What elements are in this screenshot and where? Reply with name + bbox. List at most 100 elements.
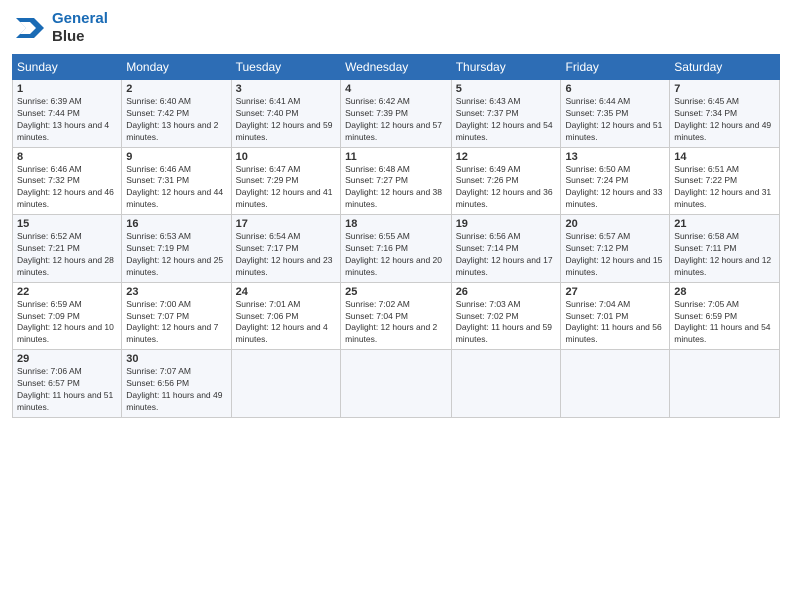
day-cell-8: 8Sunrise: 6:46 AMSunset: 7:32 PMDaylight… [13,147,122,215]
day-cell-1: 1Sunrise: 6:39 AMSunset: 7:44 PMDaylight… [13,80,122,148]
day-number: 19 [456,218,557,230]
empty-cell [451,350,561,418]
day-cell-21: 21Sunrise: 6:58 AMSunset: 7:11 PMDayligh… [670,215,780,283]
calendar-table: SundayMondayTuesdayWednesdayThursdayFrid… [12,54,780,418]
day-number: 27 [565,286,665,298]
day-info: Sunrise: 6:44 AMSunset: 7:35 PMDaylight:… [565,96,665,144]
day-cell-29: 29Sunrise: 7:06 AMSunset: 6:57 PMDayligh… [13,350,122,418]
empty-cell [341,350,452,418]
day-number: 10 [236,151,337,163]
header-cell-saturday: Saturday [670,55,780,80]
week-row-1: 1Sunrise: 6:39 AMSunset: 7:44 PMDaylight… [13,80,780,148]
day-info: Sunrise: 6:51 AMSunset: 7:22 PMDaylight:… [674,164,775,212]
day-info: Sunrise: 6:41 AMSunset: 7:40 PMDaylight:… [236,96,337,144]
day-info: Sunrise: 6:47 AMSunset: 7:29 PMDaylight:… [236,164,337,212]
day-number: 9 [126,151,226,163]
day-number: 11 [345,151,447,163]
day-cell-16: 16Sunrise: 6:53 AMSunset: 7:19 PMDayligh… [122,215,231,283]
day-number: 2 [126,83,226,95]
day-number: 28 [674,286,775,298]
day-cell-13: 13Sunrise: 6:50 AMSunset: 7:24 PMDayligh… [561,147,670,215]
day-info: Sunrise: 7:03 AMSunset: 7:02 PMDaylight:… [456,299,557,347]
header-row: SundayMondayTuesdayWednesdayThursdayFrid… [13,55,780,80]
day-cell-15: 15Sunrise: 6:52 AMSunset: 7:21 PMDayligh… [13,215,122,283]
header-cell-wednesday: Wednesday [341,55,452,80]
header-cell-tuesday: Tuesday [231,55,341,80]
day-cell-25: 25Sunrise: 7:02 AMSunset: 7:04 PMDayligh… [341,282,452,350]
day-cell-9: 9Sunrise: 6:46 AMSunset: 7:31 PMDaylight… [122,147,231,215]
day-number: 23 [126,286,226,298]
day-cell-28: 28Sunrise: 7:05 AMSunset: 6:59 PMDayligh… [670,282,780,350]
header-cell-thursday: Thursday [451,55,561,80]
day-cell-27: 27Sunrise: 7:04 AMSunset: 7:01 PMDayligh… [561,282,670,350]
day-cell-22: 22Sunrise: 6:59 AMSunset: 7:09 PMDayligh… [13,282,122,350]
day-info: Sunrise: 6:59 AMSunset: 7:09 PMDaylight:… [17,299,117,347]
day-info: Sunrise: 6:56 AMSunset: 7:14 PMDaylight:… [456,231,557,279]
day-cell-3: 3Sunrise: 6:41 AMSunset: 7:40 PMDaylight… [231,80,341,148]
day-number: 14 [674,151,775,163]
page-container: General Blue SundayMondayTuesdayWednesda… [0,0,792,428]
logo-icon [12,10,48,46]
day-info: Sunrise: 6:46 AMSunset: 7:32 PMDaylight:… [17,164,117,212]
week-row-2: 8Sunrise: 6:46 AMSunset: 7:32 PMDaylight… [13,147,780,215]
logo: General Blue [12,10,108,46]
day-info: Sunrise: 6:55 AMSunset: 7:16 PMDaylight:… [345,231,447,279]
empty-cell [231,350,341,418]
day-info: Sunrise: 6:54 AMSunset: 7:17 PMDaylight:… [236,231,337,279]
day-number: 3 [236,83,337,95]
day-number: 6 [565,83,665,95]
day-cell-10: 10Sunrise: 6:47 AMSunset: 7:29 PMDayligh… [231,147,341,215]
day-number: 4 [345,83,447,95]
day-number: 26 [456,286,557,298]
day-info: Sunrise: 7:07 AMSunset: 6:56 PMDaylight:… [126,366,226,414]
day-number: 13 [565,151,665,163]
logo-general-text: General [52,10,108,28]
day-info: Sunrise: 6:57 AMSunset: 7:12 PMDaylight:… [565,231,665,279]
day-info: Sunrise: 7:04 AMSunset: 7:01 PMDaylight:… [565,299,665,347]
day-number: 17 [236,218,337,230]
week-row-5: 29Sunrise: 7:06 AMSunset: 6:57 PMDayligh… [13,350,780,418]
day-cell-19: 19Sunrise: 6:56 AMSunset: 7:14 PMDayligh… [451,215,561,283]
day-number: 29 [17,353,117,365]
day-cell-7: 7Sunrise: 6:45 AMSunset: 7:34 PMDaylight… [670,80,780,148]
header-cell-friday: Friday [561,55,670,80]
day-cell-5: 5Sunrise: 6:43 AMSunset: 7:37 PMDaylight… [451,80,561,148]
day-info: Sunrise: 6:39 AMSunset: 7:44 PMDaylight:… [17,96,117,144]
day-number: 30 [126,353,226,365]
day-info: Sunrise: 6:52 AMSunset: 7:21 PMDaylight:… [17,231,117,279]
day-info: Sunrise: 6:46 AMSunset: 7:31 PMDaylight:… [126,164,226,212]
day-info: Sunrise: 6:48 AMSunset: 7:27 PMDaylight:… [345,164,447,212]
day-cell-6: 6Sunrise: 6:44 AMSunset: 7:35 PMDaylight… [561,80,670,148]
day-info: Sunrise: 6:43 AMSunset: 7:37 PMDaylight:… [456,96,557,144]
header-cell-sunday: Sunday [13,55,122,80]
day-info: Sunrise: 7:06 AMSunset: 6:57 PMDaylight:… [17,366,117,414]
day-number: 25 [345,286,447,298]
day-cell-17: 17Sunrise: 6:54 AMSunset: 7:17 PMDayligh… [231,215,341,283]
day-cell-11: 11Sunrise: 6:48 AMSunset: 7:27 PMDayligh… [341,147,452,215]
day-info: Sunrise: 6:49 AMSunset: 7:26 PMDaylight:… [456,164,557,212]
empty-cell [561,350,670,418]
day-info: Sunrise: 6:42 AMSunset: 7:39 PMDaylight:… [345,96,447,144]
day-info: Sunrise: 6:53 AMSunset: 7:19 PMDaylight:… [126,231,226,279]
day-cell-30: 30Sunrise: 7:07 AMSunset: 6:56 PMDayligh… [122,350,231,418]
day-info: Sunrise: 7:01 AMSunset: 7:06 PMDaylight:… [236,299,337,347]
day-info: Sunrise: 6:45 AMSunset: 7:34 PMDaylight:… [674,96,775,144]
day-info: Sunrise: 7:00 AMSunset: 7:07 PMDaylight:… [126,299,226,347]
day-info: Sunrise: 7:02 AMSunset: 7:04 PMDaylight:… [345,299,447,347]
day-cell-14: 14Sunrise: 6:51 AMSunset: 7:22 PMDayligh… [670,147,780,215]
day-cell-12: 12Sunrise: 6:49 AMSunset: 7:26 PMDayligh… [451,147,561,215]
day-number: 5 [456,83,557,95]
day-info: Sunrise: 6:50 AMSunset: 7:24 PMDaylight:… [565,164,665,212]
day-number: 24 [236,286,337,298]
day-number: 12 [456,151,557,163]
empty-cell [670,350,780,418]
day-number: 1 [17,83,117,95]
day-cell-20: 20Sunrise: 6:57 AMSunset: 7:12 PMDayligh… [561,215,670,283]
page-header: General Blue [12,10,780,46]
day-info: Sunrise: 6:58 AMSunset: 7:11 PMDaylight:… [674,231,775,279]
week-row-4: 22Sunrise: 6:59 AMSunset: 7:09 PMDayligh… [13,282,780,350]
day-number: 22 [17,286,117,298]
day-number: 20 [565,218,665,230]
day-number: 18 [345,218,447,230]
day-info: Sunrise: 7:05 AMSunset: 6:59 PMDaylight:… [674,299,775,347]
